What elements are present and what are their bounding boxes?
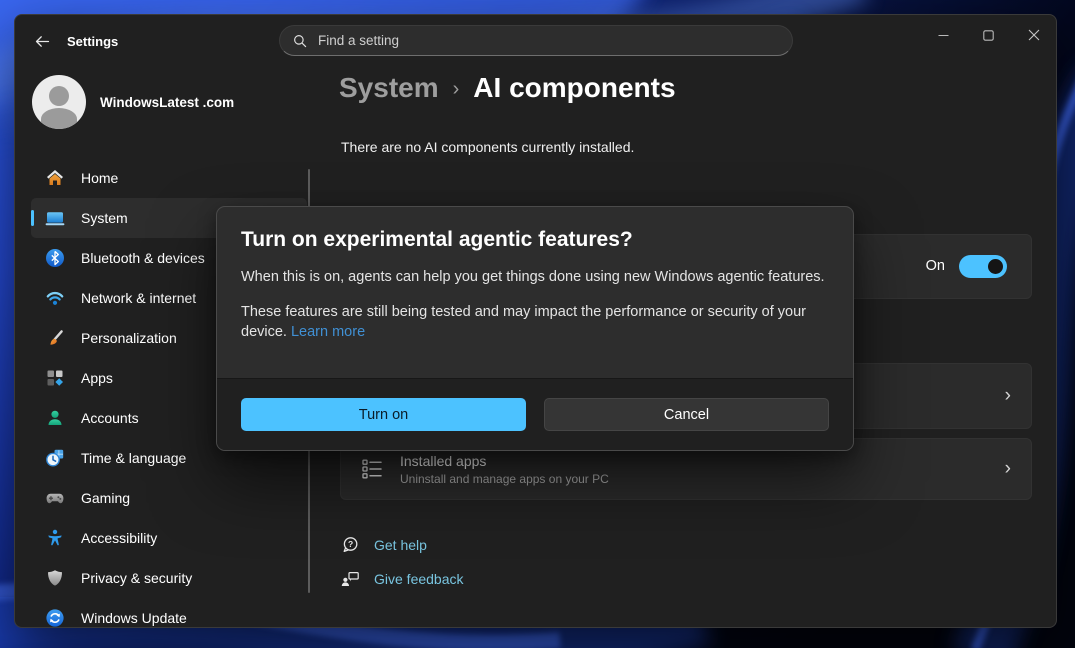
- breadcrumb-parent[interactable]: System: [339, 72, 439, 104]
- close-icon: [1028, 29, 1040, 41]
- personalization-icon: [45, 328, 65, 348]
- sidebar-label: Windows Update: [81, 610, 187, 626]
- search-box[interactable]: [279, 25, 793, 56]
- sidebar-label: Time & language: [81, 450, 186, 466]
- dialog-paragraph-1: When this is on, agents can help you get…: [241, 267, 829, 287]
- learn-more-link[interactable]: Learn more: [291, 324, 365, 340]
- svg-text:?: ?: [348, 539, 353, 549]
- maximize-icon: [983, 30, 994, 41]
- windows-update-icon: [45, 608, 65, 628]
- breadcrumb: System › AI components: [339, 72, 676, 104]
- get-help-label: Get help: [374, 537, 427, 553]
- dialog-body: Turn on experimental agentic features? W…: [217, 207, 853, 342]
- sidebar-item-privacy[interactable]: Privacy & security: [31, 558, 307, 598]
- maximize-button[interactable]: [966, 15, 1011, 55]
- profile[interactable]: WindowsLatest .com: [32, 75, 234, 129]
- system-icon: [45, 208, 65, 228]
- agentic-toggle-switch[interactable]: [959, 255, 1007, 278]
- sidebar-label: Home: [81, 170, 118, 186]
- sidebar-label: System: [81, 210, 128, 226]
- installed-apps-title: Installed apps: [400, 453, 609, 469]
- app-title: Settings: [67, 34, 118, 49]
- apps-icon: [45, 368, 65, 388]
- agentic-features-dialog: Turn on experimental agentic features? W…: [216, 206, 854, 451]
- toggle-knob: [988, 259, 1003, 274]
- time-language-icon: [45, 448, 65, 468]
- bluetooth-icon: [45, 248, 65, 268]
- dialog-footer: Turn on Cancel: [217, 378, 853, 450]
- turn-on-button[interactable]: Turn on: [241, 398, 526, 431]
- feedback-icon: [340, 569, 360, 589]
- installed-apps-text: Installed apps Uninstall and manage apps…: [400, 453, 609, 486]
- privacy-icon: [45, 568, 65, 588]
- close-button[interactable]: [1011, 15, 1056, 55]
- toggle-state-label: On: [926, 258, 945, 274]
- chevron-right-icon: ›: [1005, 385, 1011, 407]
- sidebar-label: Bluetooth & devices: [81, 250, 205, 266]
- sidebar-label: Gaming: [81, 490, 130, 506]
- get-help-link[interactable]: ? Get help: [340, 535, 427, 555]
- sidebar-label: Privacy & security: [81, 570, 192, 586]
- give-feedback-label: Give feedback: [374, 571, 464, 587]
- sidebar-label: Accounts: [81, 410, 139, 426]
- sidebar-label: Accessibility: [81, 530, 157, 546]
- sidebar-label: Apps: [81, 370, 113, 386]
- accessibility-icon: [45, 528, 65, 548]
- sidebar-item-gaming[interactable]: Gaming: [31, 478, 307, 518]
- installed-apps-icon: [360, 457, 384, 481]
- page-title: AI components: [473, 72, 675, 104]
- sidebar-item-windows-update[interactable]: Windows Update: [31, 598, 307, 628]
- accounts-icon: [45, 408, 65, 428]
- sidebar-label: Network & internet: [81, 290, 196, 306]
- minimize-icon: [938, 30, 949, 41]
- search-icon: [292, 33, 308, 49]
- window-controls: [921, 15, 1056, 55]
- give-feedback-link[interactable]: Give feedback: [340, 569, 464, 589]
- search-input[interactable]: [318, 33, 780, 48]
- sidebar-item-home[interactable]: Home: [31, 158, 307, 198]
- breadcrumb-separator-icon: ›: [453, 78, 460, 101]
- desktop: Settings WindowsLatest .com: [0, 0, 1075, 648]
- back-button[interactable]: [27, 26, 57, 56]
- installed-apps-subtitle: Uninstall and manage apps on your PC: [400, 472, 609, 486]
- sidebar-label: Personalization: [81, 330, 177, 346]
- back-icon: [34, 33, 51, 50]
- network-icon: [45, 288, 65, 308]
- help-bubble-icon: ?: [340, 535, 360, 555]
- chevron-right-icon: ›: [1005, 458, 1011, 480]
- sidebar-item-accessibility[interactable]: Accessibility: [31, 518, 307, 558]
- settings-window: Settings WindowsLatest .com: [14, 14, 1057, 628]
- dialog-paragraph-2: These features are still being tested an…: [241, 302, 829, 342]
- dialog-title: Turn on experimental agentic features?: [241, 228, 829, 252]
- avatar: [32, 75, 86, 129]
- minimize-button[interactable]: [921, 15, 966, 55]
- cancel-button[interactable]: Cancel: [544, 398, 829, 431]
- gaming-icon: [45, 488, 65, 508]
- empty-state-note: There are no AI components currently ins…: [341, 139, 634, 155]
- home-icon: [45, 168, 65, 188]
- profile-name: WindowsLatest .com: [100, 95, 234, 110]
- selected-accent-bar: [31, 210, 34, 226]
